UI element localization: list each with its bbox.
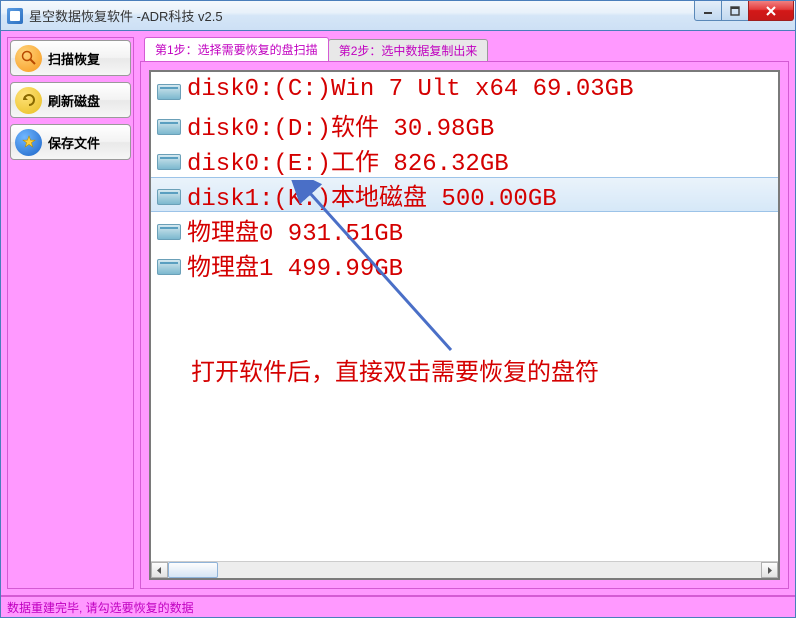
tab-bar: 第1步：选择需要恢复的盘扫描 第2步：选中数据复制出来 xyxy=(140,37,789,61)
disk-row[interactable]: disk1:(K:)本地磁盘 500.00GB xyxy=(151,177,778,212)
drive-icon xyxy=(157,150,181,170)
disk-label: disk0:(E:)工作 826.32GB xyxy=(187,142,509,178)
refresh-icon xyxy=(15,87,42,114)
content-area: 第1步：选择需要恢复的盘扫描 第2步：选中数据复制出来 disk0:(C:)Wi… xyxy=(140,37,789,589)
tab-step2[interactable]: 第2步：选中数据复制出来 xyxy=(328,39,489,61)
status-bar: 数据重建完毕, 请勾选要恢复的数据 xyxy=(1,595,795,617)
maximize-button[interactable] xyxy=(721,1,749,21)
sidebar: 扫描恢复 刷新磁盘 保存文件 xyxy=(7,37,134,589)
save-file-button[interactable]: 保存文件 xyxy=(10,124,131,160)
drive-icon xyxy=(157,80,181,100)
disk-row[interactable]: 物理盘1 499.99GB xyxy=(151,247,778,282)
scroll-right-button[interactable] xyxy=(761,562,778,578)
scan-recover-button[interactable]: 扫描恢复 xyxy=(10,40,131,76)
app-icon xyxy=(7,8,23,24)
scroll-thumb[interactable] xyxy=(168,562,218,578)
disk-label: disk0:(D:)软件 30.98GB xyxy=(187,107,494,143)
refresh-disk-label: 刷新磁盘 xyxy=(48,91,100,110)
scroll-track[interactable] xyxy=(168,562,761,578)
annotation-text: 打开软件后，直接双击需要恢复的盘符 xyxy=(191,352,599,387)
drive-icon xyxy=(157,220,181,240)
disk-label: disk0:(C:)Win 7 Ult x64 69.03GB xyxy=(187,76,633,103)
refresh-disk-button[interactable]: 刷新磁盘 xyxy=(10,82,131,118)
disk-label: 物理盘1 499.99GB xyxy=(187,247,403,283)
disk-label: 物理盘0 931.51GB xyxy=(187,212,403,248)
disk-row[interactable]: disk0:(D:)软件 30.98GB xyxy=(151,107,778,142)
disk-label: disk1:(K:)本地磁盘 500.00GB xyxy=(187,177,557,213)
titlebar[interactable]: 星空数据恢复软件 -ADR科技 v2.5 xyxy=(1,1,795,31)
tab-step1[interactable]: 第1步：选择需要恢复的盘扫描 xyxy=(144,37,329,61)
drive-icon xyxy=(157,185,181,205)
scan-recover-label: 扫描恢复 xyxy=(48,49,100,68)
disk-row[interactable]: 物理盘0 931.51GB xyxy=(151,212,778,247)
panel-step1: disk0:(C:)Win 7 Ult x64 69.03GB disk0:(D:… xyxy=(140,61,789,589)
drive-icon xyxy=(157,255,181,275)
disk-row[interactable]: disk0:(C:)Win 7 Ult x64 69.03GB xyxy=(151,72,778,107)
disk-list-container: disk0:(C:)Win 7 Ult x64 69.03GB disk0:(D:… xyxy=(149,70,780,580)
scroll-left-button[interactable] xyxy=(151,562,168,578)
close-button[interactable] xyxy=(748,1,794,21)
save-file-label: 保存文件 xyxy=(48,133,100,152)
disk-row[interactable]: disk0:(E:)工作 826.32GB xyxy=(151,142,778,177)
disk-list[interactable]: disk0:(C:)Win 7 Ult x64 69.03GB disk0:(D:… xyxy=(151,72,778,561)
magnify-icon xyxy=(15,45,42,72)
minimize-button[interactable] xyxy=(694,1,722,21)
horizontal-scrollbar[interactable] xyxy=(151,561,778,578)
window-title: 星空数据恢复软件 -ADR科技 v2.5 xyxy=(29,6,695,25)
app-window: 星空数据恢复软件 -ADR科技 v2.5 扫描恢复 xyxy=(0,0,796,618)
star-icon xyxy=(15,129,42,156)
status-text: 数据重建完毕, 请勾选要恢复的数据 xyxy=(7,599,194,616)
drive-icon xyxy=(157,115,181,135)
